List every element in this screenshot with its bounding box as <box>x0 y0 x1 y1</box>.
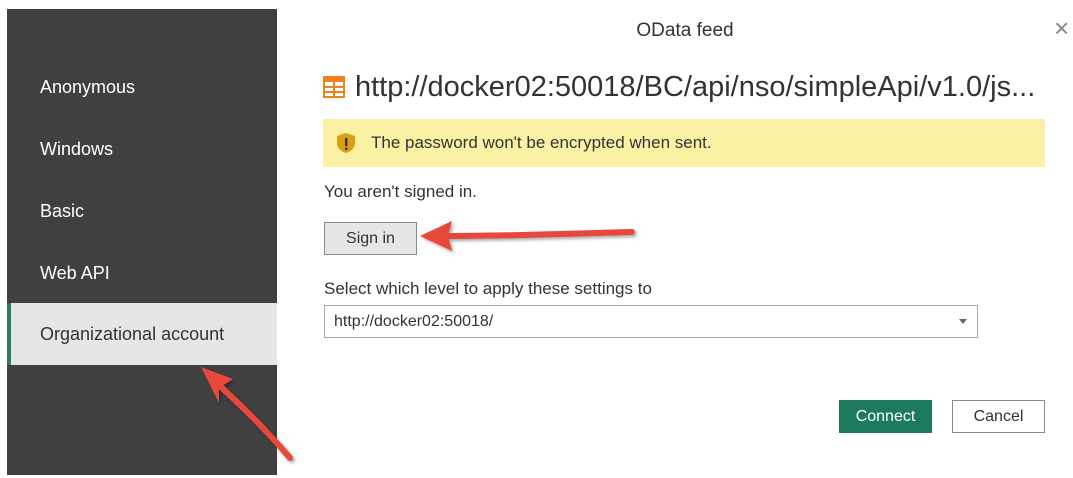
signin-status-text: You aren't signed in. <box>324 182 477 201</box>
sidebar-item-web-api[interactable]: Web API <box>7 245 277 301</box>
level-select[interactable]: http://docker02:50018/ <box>324 305 978 338</box>
feed-url-row: http://docker02:50018/BC/api/nso/simpleA… <box>323 67 1053 107</box>
sign-in-button[interactable]: Sign in <box>324 222 417 255</box>
feed-url: http://docker02:50018/BC/api/nso/simpleA… <box>355 70 1036 103</box>
sidebar-item-basic[interactable]: Basic <box>7 183 277 239</box>
password-warning-banner: The password won't be encrypted when sen… <box>323 119 1045 167</box>
table-icon <box>323 76 345 98</box>
connect-button[interactable]: Connect <box>839 400 932 433</box>
cancel-button[interactable]: Cancel <box>952 400 1045 433</box>
sidebar-item-anonymous[interactable]: Anonymous <box>7 59 277 115</box>
odata-feed-dialog: Anonymous Windows Basic Web API Organiza… <box>0 0 1073 478</box>
level-select-label: Select which level to apply these settin… <box>324 279 652 298</box>
chevron-down-icon <box>959 319 967 324</box>
close-icon[interactable]: × <box>1054 15 1073 41</box>
sidebar-item-windows[interactable]: Windows <box>7 121 277 177</box>
level-select-value: http://docker02:50018/ <box>334 313 494 330</box>
arrow-to-sign-in <box>420 221 635 251</box>
dialog-title: OData feed <box>636 20 734 41</box>
warning-text: The password won't be encrypted when sen… <box>371 133 712 152</box>
auth-method-sidebar: Anonymous Windows Basic Web API Organiza… <box>7 9 277 475</box>
sidebar-item-organizational-account[interactable]: Organizational account <box>7 303 277 365</box>
shield-warning-icon <box>337 133 355 153</box>
